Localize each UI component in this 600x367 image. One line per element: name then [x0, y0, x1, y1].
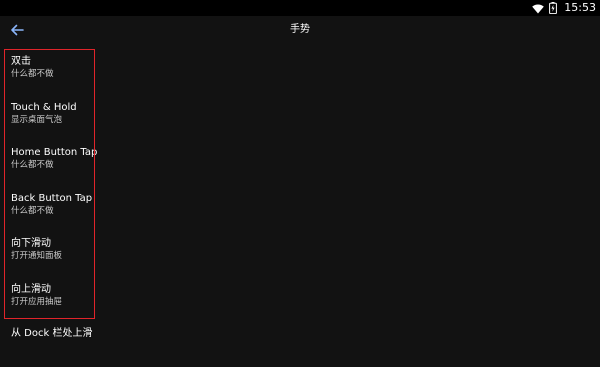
item-title: Home Button Tap [11, 147, 98, 158]
item-title: Touch & Hold [11, 102, 77, 113]
item-summary: 显示桌面气泡 [11, 115, 63, 125]
item-title: 从 Dock 栏处上滑 [11, 328, 93, 339]
item-summary: 什么都不做 [11, 69, 54, 79]
item-title: Back Button Tap [11, 193, 93, 204]
item-summary: 什么都不做 [11, 206, 54, 216]
status-bar: 15:53 [0, 0, 600, 16]
list-item-swipe-up[interactable]: 向上滑动 打开应用抽屉 [11, 283, 411, 323]
list-item-double-tap[interactable]: 双击 什么都不做 [11, 55, 411, 95]
wifi-icon [532, 0, 545, 18]
status-icons: 15:53 [532, 0, 596, 16]
item-title: 向上滑动 [11, 284, 51, 295]
item-summary: 打开应用抽屉 [11, 297, 63, 307]
battery-icon [549, 0, 558, 18]
list-item-swipe-down[interactable]: 向下滑动 打开通知面板 [11, 237, 411, 277]
toolbar: 手势 [0, 16, 600, 44]
status-time: 15:53 [564, 1, 596, 14]
item-summary: 什么都不做 [11, 160, 54, 170]
list-item-touch-hold[interactable]: Touch & Hold 显示桌面气泡 [11, 101, 411, 141]
list-item-back-button-tap[interactable]: Back Button Tap 什么都不做 [11, 192, 411, 232]
item-title: 双击 [11, 56, 31, 67]
item-summary: 打开通知面板 [11, 251, 63, 261]
page-title: 手势 [290, 24, 310, 35]
item-title: 向下滑动 [11, 238, 51, 249]
list-item-swipe-up-from-dock[interactable]: 从 Dock 栏处上滑 [11, 327, 411, 367]
list-item-home-button-tap[interactable]: Home Button Tap 什么都不做 [11, 146, 411, 186]
